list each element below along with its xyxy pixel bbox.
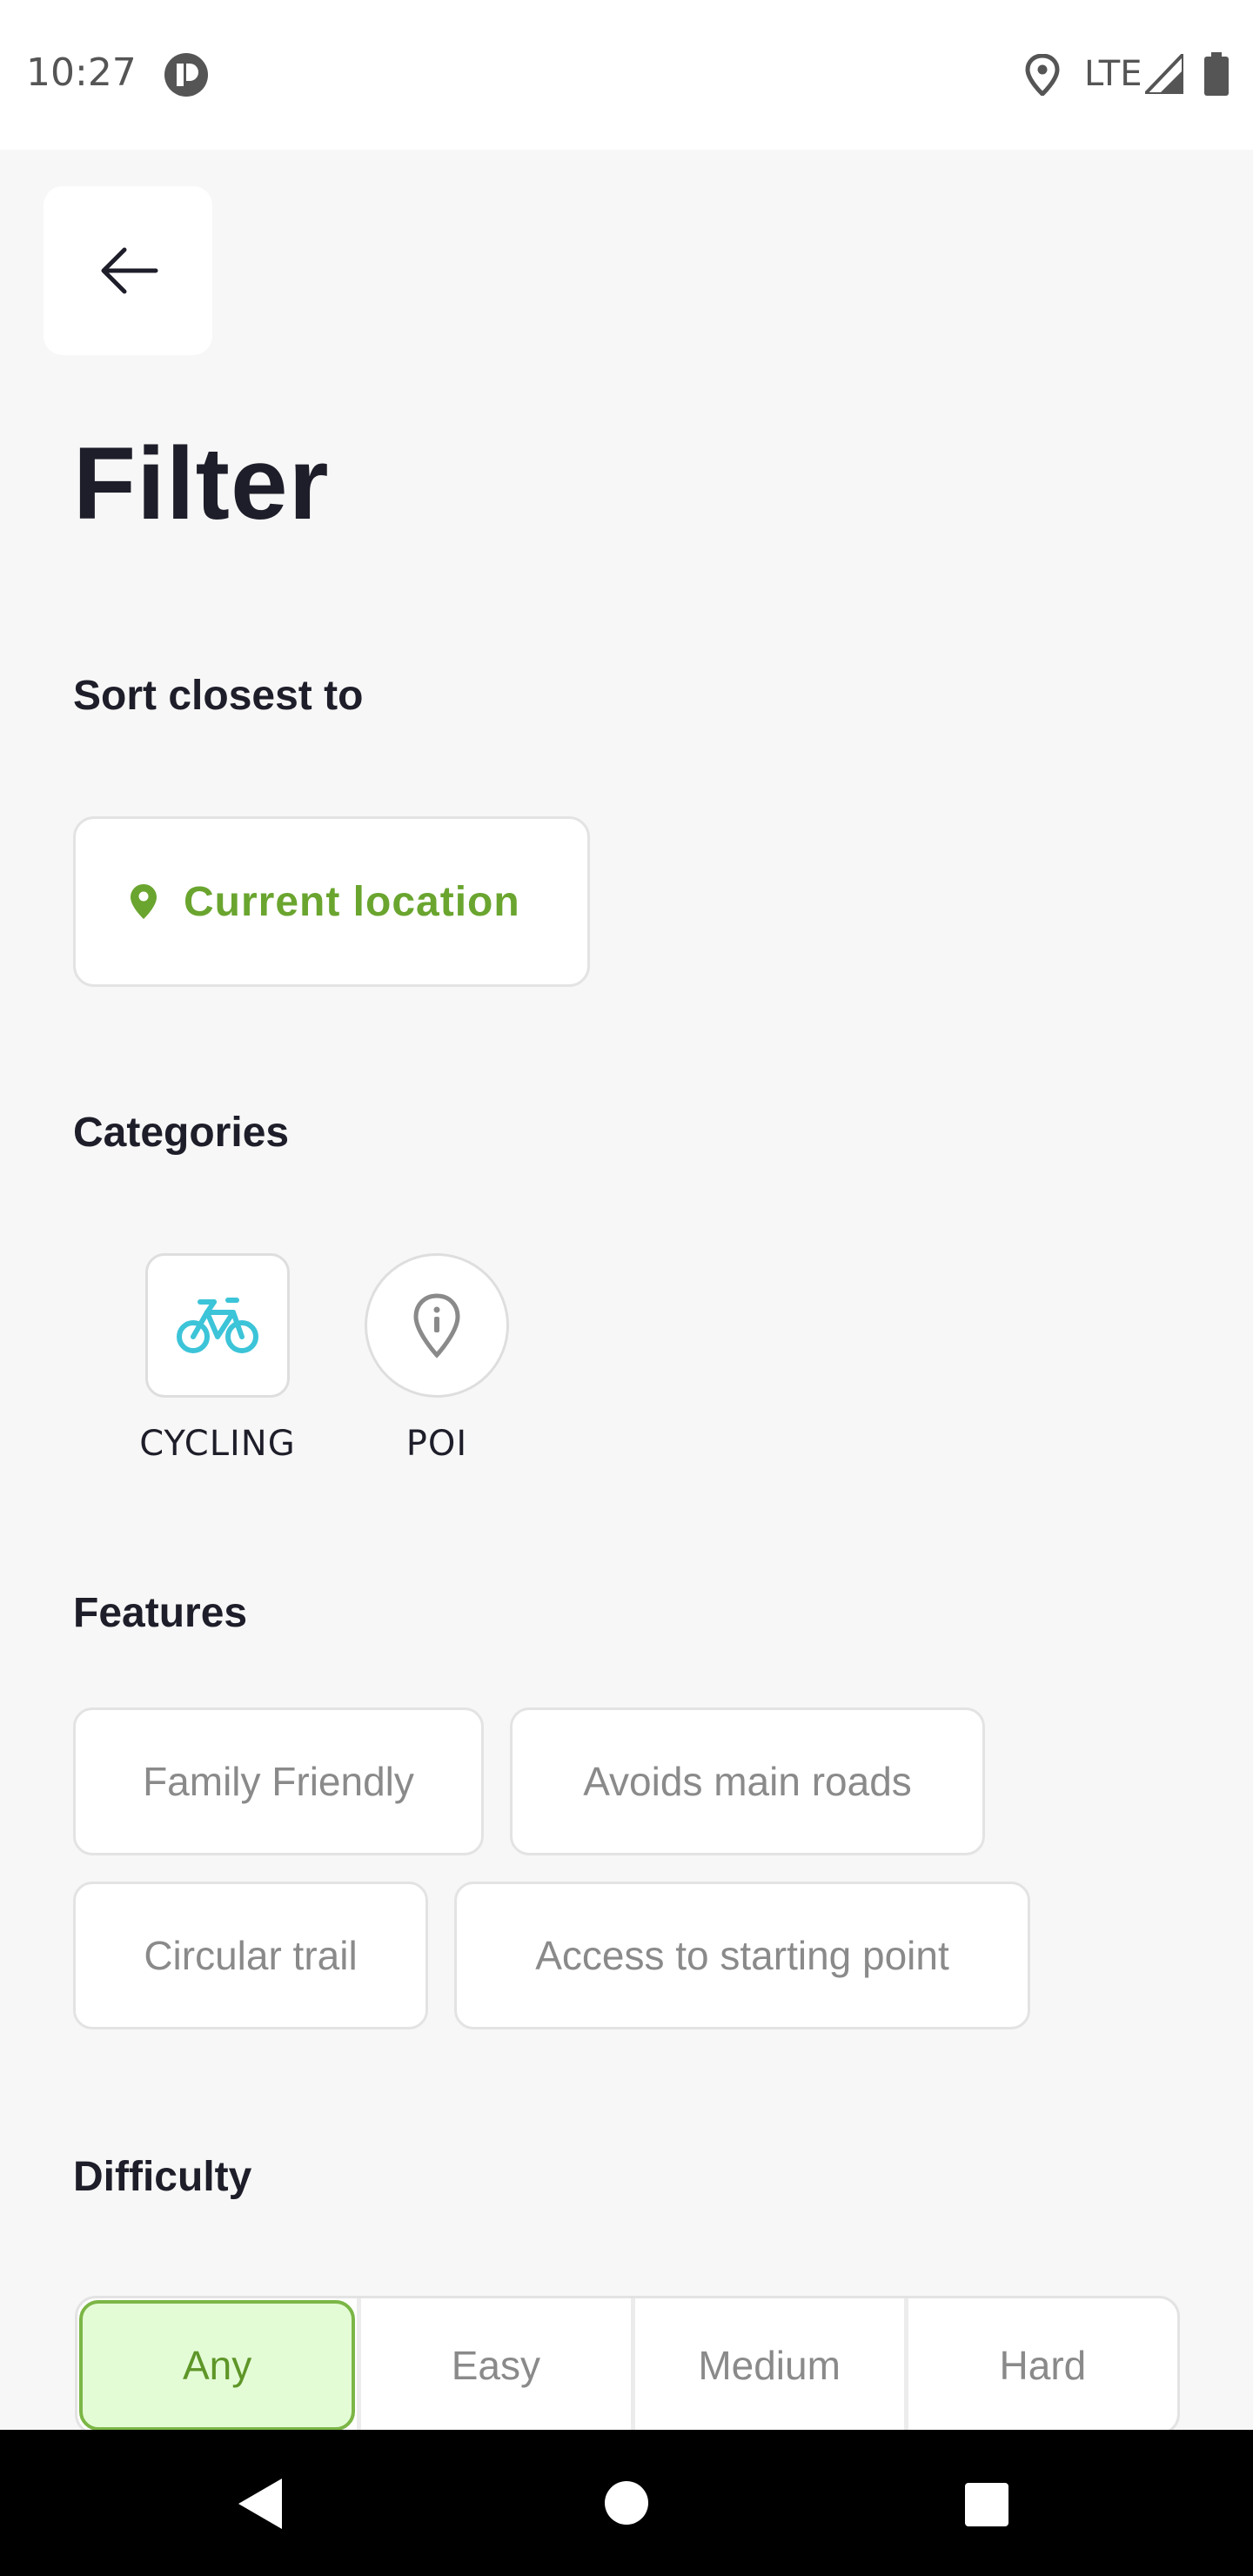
feature-chip-avoids-main-roads[interactable]: Avoids main roads xyxy=(510,1707,985,1855)
categories-section-title: Categories xyxy=(73,1110,290,1156)
category-cycling-icon-box[interactable] xyxy=(145,1253,290,1398)
category-cycling[interactable]: CYCLING xyxy=(131,1253,305,1464)
nav-recents-icon[interactable] xyxy=(964,2482,1009,2527)
nav-home-icon[interactable] xyxy=(604,2480,649,2526)
feature-chip-access-starting-point[interactable]: Access to starting point xyxy=(454,1882,1030,2029)
category-poi[interactable]: POI xyxy=(350,1253,524,1464)
feature-chip-family-friendly[interactable]: Family Friendly xyxy=(73,1707,484,1855)
difficulty-option-hard[interactable]: Hard xyxy=(903,2298,1177,2432)
difficulty-option-medium[interactable]: Medium xyxy=(630,2298,904,2432)
category-poi-label: POI xyxy=(405,1424,468,1464)
current-location-label: Current location xyxy=(184,878,520,925)
status-bar: 10:27 LTE xyxy=(0,0,1253,150)
arrow-left-icon xyxy=(101,247,158,294)
nav-back-icon[interactable] xyxy=(237,2477,284,2531)
feature-chip-circular-trail[interactable]: Circular trail xyxy=(73,1882,428,2029)
status-time: 10:27 xyxy=(26,50,137,95)
app-indicator-icon xyxy=(164,53,208,97)
current-location-button[interactable]: Current location xyxy=(73,816,590,987)
category-poi-icon-box[interactable] xyxy=(365,1253,509,1398)
map-pin-icon xyxy=(131,884,157,919)
difficulty-section-title: Difficulty xyxy=(73,2154,252,2200)
battery-icon xyxy=(1204,52,1229,96)
signal-icon xyxy=(1145,54,1183,94)
network-type: LTE xyxy=(1084,54,1142,94)
bicycle-icon xyxy=(177,1298,258,1353)
page-title: Filter xyxy=(73,426,330,541)
difficulty-option-easy[interactable]: Easy xyxy=(357,2298,630,2432)
features-section-title: Features xyxy=(73,1590,248,1636)
difficulty-selector: Any Easy Medium Hard xyxy=(75,2296,1180,2435)
poi-pin-icon xyxy=(413,1293,460,1358)
system-nav-bar xyxy=(0,2430,1253,2576)
category-cycling-label: CYCLING xyxy=(139,1424,296,1464)
sort-section-title: Sort closest to xyxy=(73,673,364,719)
back-button[interactable] xyxy=(44,186,212,355)
difficulty-option-any[interactable]: Any xyxy=(79,2300,356,2431)
location-icon xyxy=(1025,54,1060,96)
filter-screen: 10:27 LTE Filter Sort closest to Current… xyxy=(0,0,1253,2576)
